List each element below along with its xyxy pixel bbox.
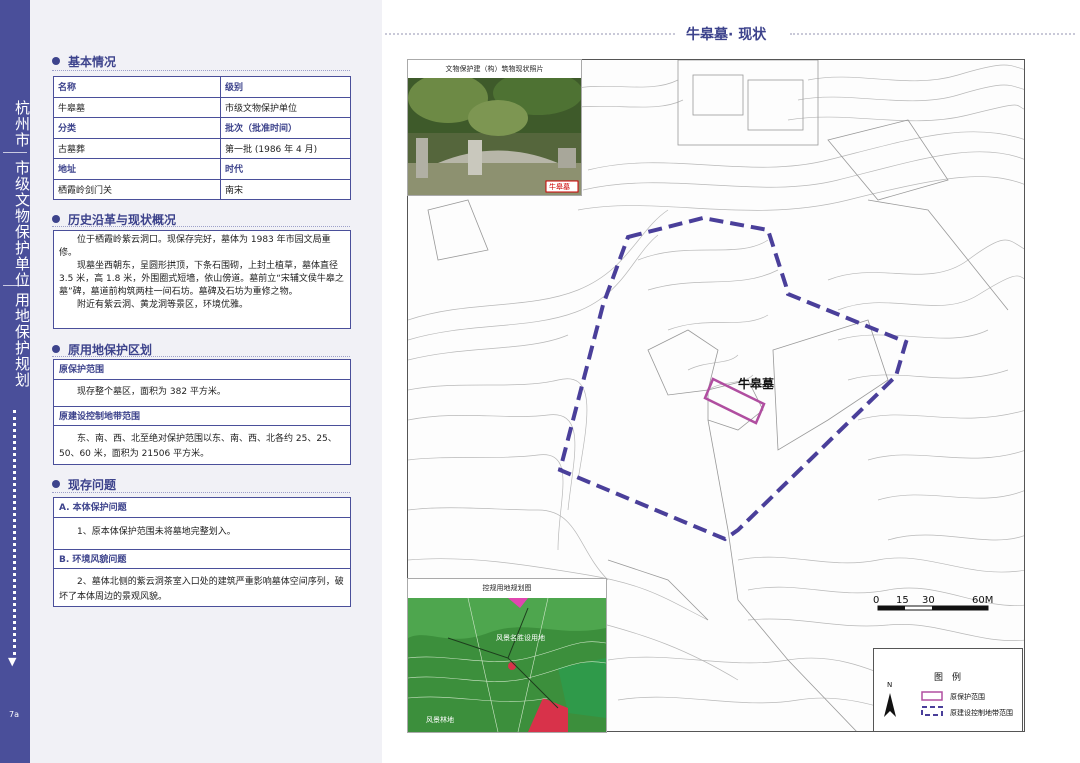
control-text: 东、南、西、北至绝对保护范围以东、南、西、北各约 25、25、50、60 米，面…: [59, 434, 337, 459]
header-dots: [790, 33, 1075, 35]
svg-text:60M: 60M: [972, 595, 993, 606]
plan-map: 风景名胜设用地 风景林地: [407, 597, 607, 733]
table-cell: 分类: [53, 117, 221, 139]
legend-swatch-control: [921, 706, 943, 716]
svg-text:30: 30: [922, 595, 935, 606]
photo-caption: 文物保护建（构）筑物现状照片: [445, 65, 544, 73]
tomb-label: 牛皋墓: [738, 376, 775, 391]
photo-inset: 文物保护建（构）筑物现状照片 牛皋墓: [407, 59, 583, 196]
table-cell: 古墓葬: [53, 137, 221, 159]
page-title: 牛皋墓· 现状: [686, 27, 767, 43]
divider: [52, 226, 350, 227]
table-cell: 南宋: [220, 178, 351, 200]
tomb-photo: 牛皋墓: [408, 71, 583, 195]
divider: [52, 356, 350, 357]
plan-label: 风景林地: [426, 715, 454, 724]
legend-title: 图 例: [934, 671, 961, 683]
issues-box: A. 本体保护问题 1、原本体保护范围未将墓地完整划入。 B. 环境风貌问题 2…: [53, 497, 351, 607]
protect-title: 原保护范围: [54, 360, 350, 380]
spine-divider: [3, 152, 27, 153]
divider: [52, 492, 350, 493]
table-cell: 第一批 (1986 年 4 月): [220, 137, 351, 159]
page-number: 7a: [9, 710, 19, 719]
table-row: 分类 批次（批准时间）: [53, 117, 351, 139]
table-cell: 地址: [53, 158, 221, 180]
legend-item: 原保护范围: [950, 692, 985, 701]
protect-text: 现存整个墓区，面积为 382 平方米。: [77, 387, 226, 397]
divider: [52, 70, 350, 71]
table-row: 名称 级别: [53, 76, 351, 98]
svg-text:N: N: [887, 681, 892, 689]
control-title: 原建设控制地带范围: [54, 406, 350, 426]
table-row: 地址 时代: [53, 158, 351, 180]
basic-info-table: 名称 级别 牛皋墓 市级文物保护单位 分类 批次（批准时间） 古墓葬 第一批 (…: [53, 76, 351, 200]
svg-text:15: 15: [896, 595, 909, 606]
section-heading: 基本情况: [52, 53, 116, 70]
legend-swatch-protect: [921, 691, 943, 701]
table-row: 牛皋墓 市级文物保护单位: [53, 96, 351, 118]
down-arrow-icon: ▼: [8, 655, 17, 668]
table-cell: 批次（批准时间）: [220, 117, 351, 139]
section-heading: 现存问题: [52, 476, 116, 493]
paragraph: 位于栖霞岭紫云洞口。现保存完好，墓体为 1983 年市园文局重修。: [59, 235, 331, 258]
paragraph: 附近有紫云洞、黄龙洞等景区，环境优雅。: [77, 300, 249, 310]
map-legend: 图 例 N 原保护范围 原建设控制地带范围: [873, 648, 1023, 732]
table-cell: 名称: [53, 76, 221, 98]
table-cell: 级别: [220, 76, 351, 98]
spine-category: 市级文物保护单位: [13, 160, 31, 288]
spine-topic: 用地保护规划: [13, 292, 31, 388]
table-row: 古墓葬 第一批 (1986 年 4 月): [53, 137, 351, 159]
paragraph: 现墓坐西朝东，呈圆形拱顶，下条石围砌，上封土植草，墓体直径 3.5 米，高 1.…: [59, 261, 344, 297]
zone-box: 原保护范围 现存整个墓区，面积为 382 平方米。 原建设控制地带范围 东、南、…: [53, 359, 351, 465]
history-text-box: 位于栖霞岭紫云洞口。现保存完好，墓体为 1983 年市园文局重修。 现墓坐西朝东…: [53, 230, 351, 329]
plan-caption: 控规用地规划图: [482, 584, 532, 592]
spine-dotted-line: [13, 410, 16, 655]
table-row: 栖霞岭剑门关 南宋: [53, 178, 351, 200]
header-dots: [385, 33, 675, 35]
table-cell: 牛皋墓: [53, 96, 221, 118]
table-cell: 市级文物保护单位: [220, 96, 351, 118]
scale-bar: 0 15 30 60M: [873, 595, 993, 611]
table-cell: 栖霞岭剑门关: [53, 178, 221, 200]
photo-tag: 牛皋墓: [549, 182, 570, 191]
north-arrow-icon: N: [884, 681, 896, 717]
issue-a-text: 1、原本体保护范围未将墓地完整划入。: [77, 527, 236, 537]
issue-a-title: A. 本体保护问题: [54, 498, 350, 518]
table-cell: 时代: [220, 158, 351, 180]
plan-inset: 控规用地规划图 风景名胜设用地 风景林地: [407, 578, 607, 733]
spine-divider: [3, 285, 27, 286]
issue-b-text: 2、墓体北侧的紫云洞茶室入口处的建筑严重影响墓体空间序列，破坏了本体周边的景观风…: [59, 577, 344, 602]
svg-text:0: 0: [873, 595, 879, 606]
legend-item: 原建设控制地带范围: [950, 708, 1013, 717]
issue-b-title: B. 环境风貌问题: [54, 549, 350, 569]
spine-city: 杭州市: [13, 100, 31, 148]
plan-label: 风景名胜设用地: [496, 633, 545, 642]
